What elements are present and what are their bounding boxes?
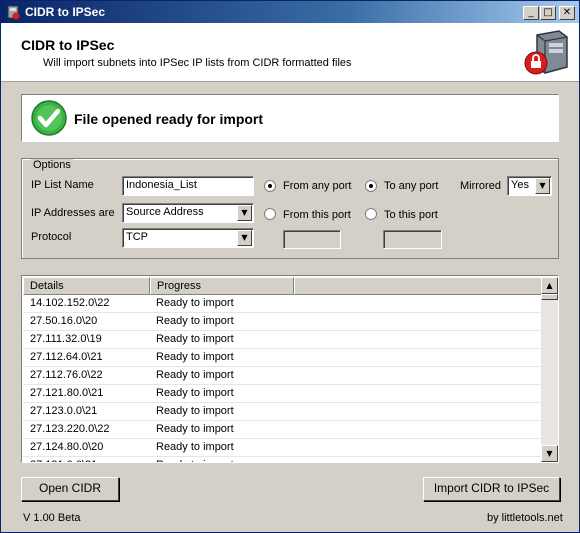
close-button[interactable]: ✕ [559, 6, 575, 20]
cell-details: 27.111.32.0\19 [30, 333, 102, 345]
cell-details: 27.112.64.0\21 [30, 351, 103, 363]
to-any-port-label[interactable]: To any port [384, 180, 438, 192]
cell-details: 27.112.76.0\22 [30, 369, 103, 381]
to-this-port-radio[interactable] [365, 208, 377, 220]
cell-progress: Ready to import [156, 351, 234, 363]
vertical-scrollbar[interactable]: ▲ ▼ [541, 277, 558, 462]
table-row[interactable]: 27.111.32.0\19 Ready to import [23, 331, 543, 349]
from-this-port-radio[interactable] [264, 208, 276, 220]
scroll-down-icon[interactable]: ▼ [541, 445, 558, 462]
version-label: V 1.00 Beta [23, 512, 81, 524]
options-legend: Options [31, 159, 73, 171]
status-text: File opened ready for import [74, 111, 264, 127]
header-title: CIDR to IPSec [21, 37, 115, 53]
column-details[interactable]: Details [23, 277, 150, 295]
to-any-port-radio[interactable] [365, 180, 377, 192]
chevron-down-icon[interactable]: ▼ [237, 230, 252, 246]
cell-details: 27.131.0.0\21 [30, 459, 97, 462]
open-cidr-button[interactable]: Open CIDR [21, 477, 119, 501]
table-row[interactable]: 27.123.0.0\21 Ready to import [23, 403, 543, 421]
import-list[interactable]: Details Progress 14.102.152.0\22 Ready to… [21, 275, 559, 463]
app-window: CIDR to IPSec _ □ ✕ CIDR to IPSec Will i… [0, 0, 580, 533]
scroll-up-icon[interactable]: ▲ [541, 277, 558, 294]
scroll-thumb[interactable] [541, 294, 558, 300]
to-port-input [383, 230, 442, 249]
cell-progress: Ready to import [156, 297, 234, 309]
protocol-select[interactable]: TCP ▼ [122, 228, 254, 248]
credit-label: by littletools.net [487, 512, 563, 524]
ip-addresses-label: IP Addresses are [31, 207, 115, 219]
from-any-port-radio[interactable] [264, 180, 276, 192]
maximize-button[interactable]: □ [540, 6, 556, 20]
list-rows: 14.102.152.0\22 Ready to import 27.50.16.0… [23, 295, 543, 462]
cell-progress: Ready to import [156, 387, 234, 399]
mirrored-select[interactable]: Yes ▼ [507, 176, 552, 196]
header-panel: CIDR to IPSec Will import subnets into I… [1, 23, 579, 82]
chevron-down-icon[interactable]: ▼ [535, 178, 550, 194]
chevron-down-icon[interactable]: ▼ [237, 205, 252, 221]
status-panel: File opened ready for import [21, 94, 559, 142]
cell-details: 14.102.152.0\22 [30, 297, 110, 309]
green-check-icon [31, 100, 67, 136]
cell-progress: Ready to import [156, 423, 234, 435]
title-bar[interactable]: CIDR to IPSec _ □ ✕ [1, 1, 579, 23]
table-row[interactable]: 27.112.64.0\21 Ready to import [23, 349, 543, 367]
cell-details: 27.123.0.0\21 [30, 405, 98, 417]
column-empty [294, 277, 543, 295]
cell-progress: Ready to import [156, 369, 234, 381]
cell-progress: Ready to import [156, 333, 234, 345]
from-this-port-label[interactable]: From this port [283, 209, 351, 221]
list-header: Details Progress [23, 277, 543, 295]
app-icon [7, 5, 20, 20]
table-row[interactable]: 27.131.0.0\21 Ready to import [23, 457, 543, 462]
header-subtitle: Will import subnets into IPSec IP lists … [43, 57, 352, 69]
minimize-button[interactable]: _ [523, 6, 539, 20]
cell-progress: Ready to import [156, 315, 234, 327]
ip-addresses-value: Source Address [126, 206, 204, 218]
ip-addresses-select[interactable]: Source Address ▼ [122, 203, 254, 223]
column-progress[interactable]: Progress [150, 277, 294, 295]
table-row[interactable]: 27.124.80.0\20 Ready to import [23, 439, 543, 457]
table-row[interactable]: 27.50.16.0\20 Ready to import [23, 313, 543, 331]
cell-details: 27.50.16.0\20 [30, 315, 98, 327]
cell-details: 27.123.220.0\22 [30, 423, 110, 435]
window-title: CIDR to IPSec [25, 5, 106, 19]
ip-list-name-label: IP List Name [31, 179, 94, 191]
protocol-value: TCP [126, 231, 148, 243]
table-row[interactable]: 14.102.152.0\22 Ready to import [23, 295, 543, 313]
table-row[interactable]: 27.123.220.0\22 Ready to import [23, 421, 543, 439]
cell-progress: Ready to import [156, 441, 234, 453]
from-any-port-label[interactable]: From any port [283, 180, 351, 192]
cell-progress: Ready to import [156, 459, 234, 462]
from-port-input [283, 230, 341, 249]
mirrored-label: Mirrored [460, 180, 501, 192]
mirrored-value: Yes [511, 179, 529, 191]
ip-list-name-value: Indonesia_List [126, 179, 197, 191]
security-device-lock-icon [524, 30, 568, 75]
to-this-port-label[interactable]: To this port [384, 209, 438, 221]
table-row[interactable]: 27.121.80.0\21 Ready to import [23, 385, 543, 403]
protocol-label: Protocol [31, 231, 72, 243]
cell-details: 27.124.80.0\20 [30, 441, 104, 453]
import-cidr-button[interactable]: Import CIDR to IPSec [423, 477, 560, 501]
ip-list-name-input[interactable]: Indonesia_List [122, 176, 254, 196]
cell-details: 27.121.80.0\21 [30, 387, 104, 399]
cell-progress: Ready to import [156, 405, 234, 417]
table-row[interactable]: 27.112.76.0\22 Ready to import [23, 367, 543, 385]
